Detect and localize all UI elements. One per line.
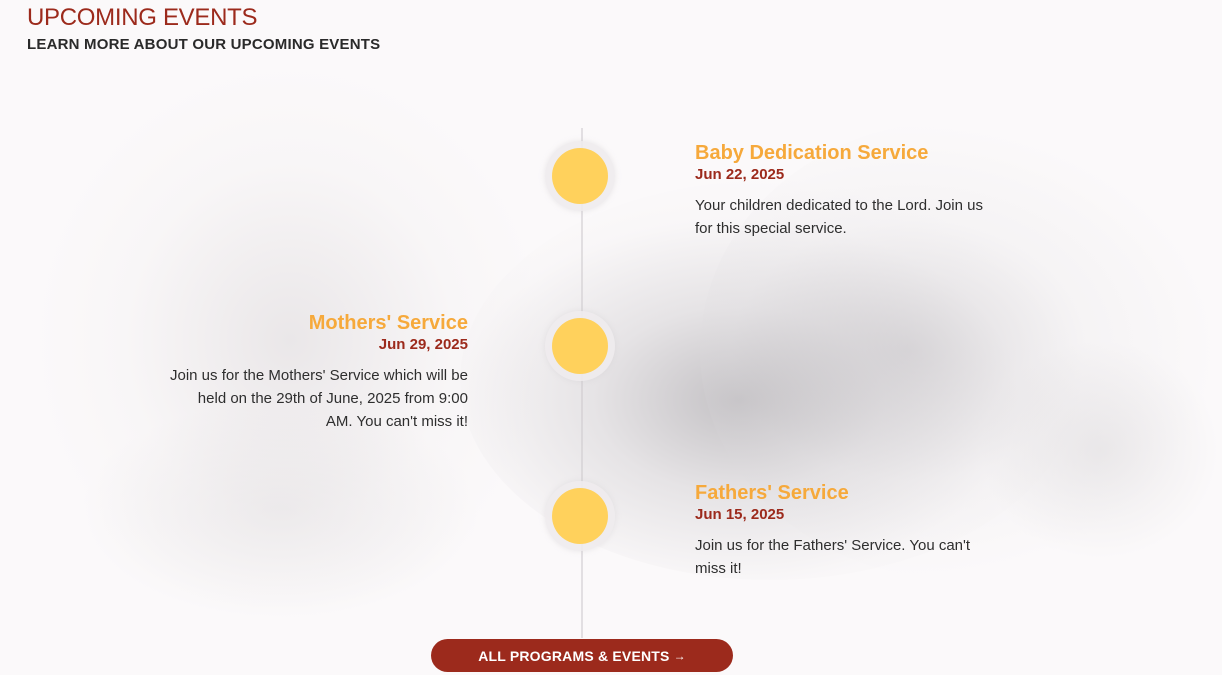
event-date: Jun 22, 2025 [695, 166, 785, 183]
arrow-right-icon: → [673, 648, 686, 663]
timeline-dot [545, 141, 615, 211]
event-item-fathers-service: Fathers' Service Jun 15, 2025 Join us fo… [695, 481, 995, 580]
button-label: ALL PROGRAMS & EVENTS [478, 647, 670, 664]
event-title[interactable]: Fathers' Service [695, 481, 995, 505]
all-programs-events-button[interactable]: ALL PROGRAMS & EVENTS → [431, 639, 733, 672]
section-subtitle: LEARN MORE ABOUT OUR UPCOMING EVENTS [27, 36, 381, 53]
event-title[interactable]: Mothers' Service [168, 311, 468, 335]
event-description: Your children dedicated to the Lord. Joi… [695, 197, 983, 237]
event-date: Jun 29, 2025 [378, 336, 468, 353]
event-description: Join us for the Fathers' Service. You ca… [695, 537, 971, 577]
event-description: Join us for the Mothers' Service which w… [170, 367, 468, 430]
event-item-mothers-service: Mothers' Service Jun 29, 2025 Join us fo… [168, 311, 468, 433]
timeline-dot [545, 481, 615, 551]
event-title[interactable]: Baby Dedication Service [695, 141, 995, 165]
section-title: UPCOMING EVENTS [27, 4, 258, 31]
event-date: Jun 15, 2025 [695, 506, 785, 523]
event-item-baby-dedication: Baby Dedication Service Jun 22, 2025 You… [695, 141, 995, 240]
timeline-dot [545, 311, 615, 381]
